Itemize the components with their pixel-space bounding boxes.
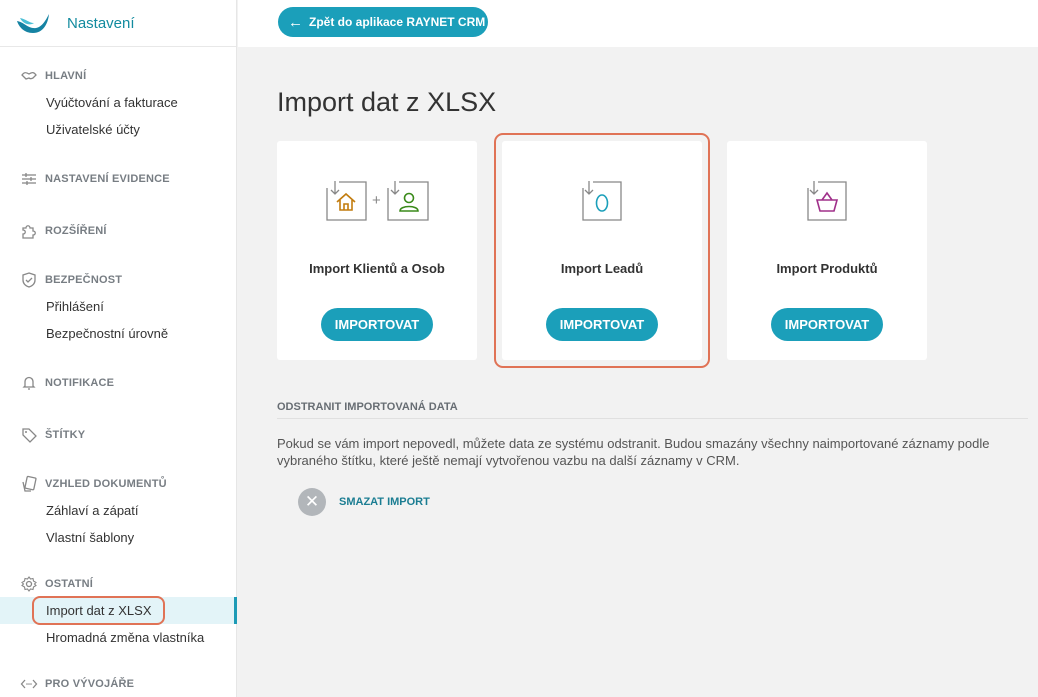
section-extensions-label: ROZŠÍŘENÍ xyxy=(45,225,107,237)
delete-section-heading: ODSTRANIT IMPORTOVANÁ DATA xyxy=(277,401,458,413)
top-bar: ← Zpět do aplikace RAYNET CRM xyxy=(238,0,1038,47)
section-extensions-head[interactable]: ROZŠÍŘENÍ xyxy=(0,221,237,241)
section-security-label: BEZPEČNOST xyxy=(45,274,123,286)
sliders-icon xyxy=(22,173,36,185)
sidebar-item-security-levels[interactable]: Bezpečnostní úrovně xyxy=(0,320,237,347)
arrow-left-icon: ← xyxy=(288,13,303,31)
card-import-products: Import Produktů IMPORTOVAT xyxy=(727,141,927,360)
section-notifications-label: NOTIFIKACE xyxy=(45,377,115,389)
annotation-highlight-card xyxy=(494,133,710,368)
delete-description: Pokud se vám import nepovedl, můžete dat… xyxy=(277,436,990,468)
section-main-head[interactable]: HLAVNÍ xyxy=(0,66,237,86)
section-tags-head[interactable]: ŠTÍTKY xyxy=(0,425,237,445)
divider xyxy=(277,418,1028,419)
section-main: HLAVNÍ Vyúčtování a fakturace Uživatelsk… xyxy=(0,66,237,143)
brand-title: Nastavení xyxy=(67,14,135,32)
section-dev: PRO VÝVOJÁŘE xyxy=(0,674,237,694)
section-main-label: HLAVNÍ xyxy=(45,70,87,82)
sidebar-item-custom-templates[interactable]: Vlastní šablony xyxy=(0,524,237,551)
section-dev-label: PRO VÝVOJÁŘE xyxy=(45,678,135,690)
document-icon xyxy=(22,475,37,492)
section-notifications: NOTIFIKACE xyxy=(0,373,237,393)
section-records: NASTAVENÍ EVIDENCE xyxy=(0,169,237,189)
section-other-label: OSTATNÍ xyxy=(45,578,94,590)
logo-icon xyxy=(17,14,49,33)
delete-import-label: SMAZAT IMPORT xyxy=(339,496,430,508)
tag-icon xyxy=(22,428,37,443)
section-dev-head[interactable]: PRO VÝVOJÁŘE xyxy=(0,674,237,694)
code-icon xyxy=(20,679,38,689)
section-other: OSTATNÍ Import dat z XLSX Hromadná změna… xyxy=(0,574,237,651)
shield-icon xyxy=(22,272,36,288)
close-icon: ✕ xyxy=(298,488,326,516)
section-other-head[interactable]: OSTATNÍ xyxy=(0,574,237,594)
import-products-button[interactable]: IMPORTOVAT xyxy=(771,308,883,341)
section-docs-label: VZHLED DOKUMENTŮ xyxy=(45,478,167,490)
page-title: Import dat z XLSX xyxy=(277,87,497,117)
back-to-app-label: Zpět do aplikace RAYNET CRM xyxy=(309,15,486,29)
sidebar: Nastavení HLAVNÍ Vyúčtování a fakturace … xyxy=(0,0,237,697)
section-docs-head[interactable]: VZHLED DOKUMENTŮ xyxy=(0,474,237,494)
section-records-label: NASTAVENÍ EVIDENCE xyxy=(45,173,170,185)
section-tags-label: ŠTÍTKY xyxy=(45,429,86,441)
section-security: BEZPEČNOST Přihlášení Bezpečnostní úrovn… xyxy=(0,270,237,347)
section-notifications-head[interactable]: NOTIFIKACE xyxy=(0,373,237,393)
puzzle-icon xyxy=(22,225,36,239)
bell-icon xyxy=(22,376,36,390)
annotation-highlight-sidebar xyxy=(32,596,165,625)
svg-text:+: + xyxy=(372,192,381,209)
import-basket-icon xyxy=(807,181,847,221)
section-extensions: ROZŠÍŘENÍ xyxy=(0,221,237,241)
section-tags: ŠTÍTKY xyxy=(0,425,237,445)
sidebar-item-billing[interactable]: Vyúčtování a fakturace xyxy=(0,89,237,116)
sidebar-item-users[interactable]: Uživatelské účty xyxy=(0,116,237,143)
back-to-app-button[interactable]: ← Zpět do aplikace RAYNET CRM xyxy=(278,7,488,37)
handshake-icon xyxy=(21,71,37,80)
card-label-products: Import Produktů xyxy=(776,261,878,276)
import-house-icon: + xyxy=(326,181,429,221)
section-records-head[interactable]: NASTAVENÍ EVIDENCE xyxy=(0,169,237,189)
sidebar-item-login[interactable]: Přihlášení xyxy=(0,293,237,320)
card-label-clients: Import Klientů a Osob xyxy=(309,261,445,276)
import-clients-button[interactable]: IMPORTOVAT xyxy=(321,308,433,341)
delete-import-button[interactable]: ✕ SMAZAT IMPORT xyxy=(298,488,430,516)
gear-icon xyxy=(21,576,37,592)
section-security-head[interactable]: BEZPEČNOST xyxy=(0,270,237,290)
sidebar-brand[interactable]: Nastavení xyxy=(0,0,236,47)
sidebar-item-header-footer[interactable]: Záhlaví a zápatí xyxy=(0,497,237,524)
sidebar-item-xlsx-import[interactable]: Import dat z XLSX xyxy=(0,596,237,625)
sidebar-item-owner-change[interactable]: Hromadná změna vlastníka xyxy=(0,624,237,651)
section-docs: VZHLED DOKUMENTŮ Záhlaví a zápatí Vlastn… xyxy=(0,474,237,551)
card-import-clients: + Import Klientů a Osob IMPORTOVAT xyxy=(277,141,477,360)
